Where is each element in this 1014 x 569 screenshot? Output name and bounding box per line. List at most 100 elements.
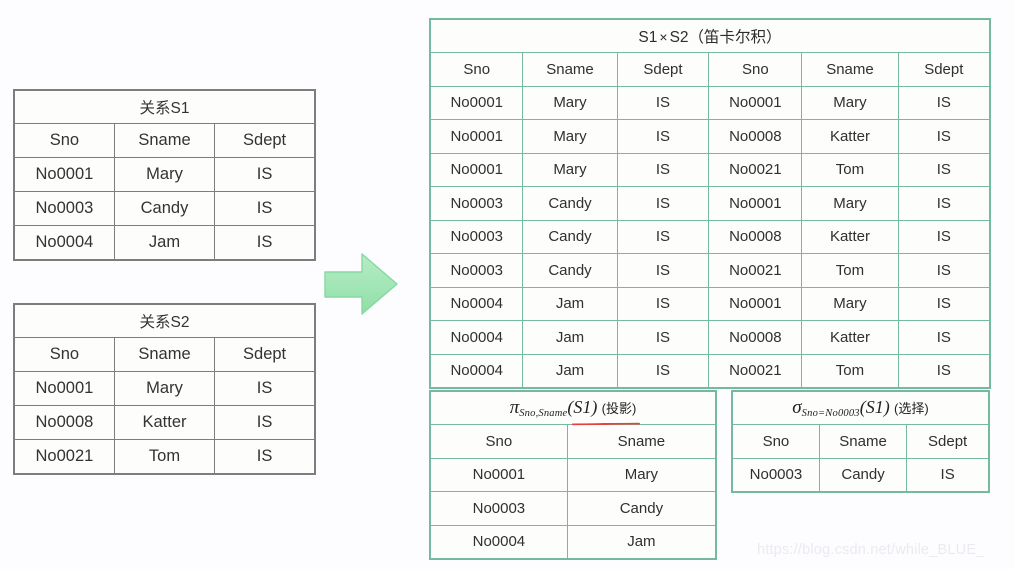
cell-sname-left: Jam (522, 320, 618, 355)
cell-sdept-right: IS (897, 253, 991, 288)
cell-sno-left: No0001 (429, 119, 524, 154)
relation-s2-body: 关系S2 Sno Sname Sdept No0001 Mary IS No00… (13, 303, 316, 475)
cell-sno-left: No0001 (429, 152, 524, 187)
selection-subscript: Sno=No0003 (801, 407, 860, 419)
table-row: No0003 Candy IS No0001 Mary IS (429, 186, 991, 221)
table-title-row: 关系S2 (13, 303, 316, 338)
cell-sname: Candy (113, 191, 216, 226)
column-header-sdept-right: Sdept (897, 52, 991, 87)
cell-sdept-left: IS (616, 119, 710, 154)
cell-sno: No0008 (13, 405, 115, 440)
table-row: No0001 Mary IS No0001 Mary IS (429, 85, 991, 120)
product-title-note: （笛卡尔积） (688, 29, 782, 46)
table-header-row: Sno Sname Sdept (13, 123, 316, 158)
relation-s1-table: 关系S1 Sno Sname Sdept No0001 Mary IS No00… (13, 89, 316, 261)
table-row: No0003 Candy (429, 491, 717, 526)
cell-sname-right: Tom (801, 353, 899, 389)
selection-argument: (S1) (859, 397, 890, 417)
cell-sname-right: Mary (801, 186, 899, 221)
relation-s2-title: 关系S2 (13, 303, 316, 338)
cell-sno-right: No0001 (708, 286, 803, 321)
cell-sdept: IS (214, 157, 316, 192)
cell-sname: Candy (818, 457, 908, 493)
column-header-sname: Sname (113, 123, 216, 158)
cell-sno-left: No0004 (429, 353, 524, 389)
cell-sno-left: No0003 (429, 253, 524, 288)
table-row: No0004 Jam IS No0001 Mary IS (429, 286, 991, 321)
column-header-sdept: Sdept (906, 424, 990, 459)
cell-sname: Katter (113, 405, 216, 440)
table-row: No0001 Mary IS No0008 Katter IS (429, 119, 991, 154)
relation-s2-table: 关系S2 Sno Sname Sdept No0001 Mary IS No00… (13, 303, 316, 475)
cell-sno-right: No0021 (708, 253, 803, 288)
table-row: No0003 Candy IS No0021 Tom IS (429, 253, 991, 288)
cell-sno: No0021 (13, 439, 115, 475)
cell-sdept-left: IS (616, 320, 710, 355)
cell-sdept-right: IS (897, 219, 991, 254)
table-row: No0001 Mary (429, 457, 717, 492)
column-header-sno: Sno (13, 123, 115, 158)
product-title-s2: S2 (669, 29, 689, 46)
cell-sname-left: Mary (522, 85, 618, 120)
projection-formula: πSno,Sname(S1) (投影) (510, 397, 637, 419)
cell-sname-right: Tom (801, 152, 899, 187)
cell-sname-left: Jam (522, 353, 618, 389)
cell-sname: Mary (113, 371, 216, 406)
table-row: No0003 Candy IS No0008 Katter IS (429, 219, 991, 254)
cell-sno-left: No0003 (429, 186, 524, 221)
column-header-sdept: Sdept (214, 123, 316, 158)
cell-sno: No0001 (13, 371, 115, 406)
cell-sdept-left: IS (616, 186, 710, 221)
cell-sdept: IS (214, 439, 316, 475)
cell-sdept-right: IS (897, 286, 991, 321)
cell-sdept-right: IS (897, 152, 991, 187)
cell-sdept-left: IS (616, 219, 710, 254)
cell-sno: No0001 (13, 157, 115, 192)
projection-subscript: Sno,Sname (519, 407, 568, 419)
column-header-sno-left: Sno (429, 52, 524, 87)
cell-sno-right: No0001 (708, 186, 803, 221)
cell-sname-left: Candy (522, 253, 618, 288)
cell-sname-left: Mary (522, 152, 618, 187)
cell-sno-right: No0008 (708, 219, 803, 254)
cell-sname: Candy (566, 491, 717, 526)
table-row: No0004 Jam IS (13, 225, 316, 261)
projection-argument: (S1) (567, 397, 598, 417)
table-row: No0004 Jam IS No0008 Katter IS (429, 320, 991, 355)
projection-title: πSno,Sname(S1) (投影) (429, 390, 717, 425)
cell-sname: Jam (566, 524, 717, 560)
table-row: No0001 Mary IS No0021 Tom IS (429, 152, 991, 187)
cell-sno-left: No0004 (429, 286, 524, 321)
column-header-sdept: Sdept (214, 337, 316, 372)
cell-sno: No0001 (429, 457, 568, 492)
selection-note: (选择) (894, 401, 929, 416)
cell-sno: No0004 (429, 524, 568, 560)
cell-sdept: IS (906, 457, 990, 493)
cell-sno: No0003 (731, 457, 820, 493)
cell-sname-left: Jam (522, 286, 618, 321)
watermark-text: https://blog.csdn.net/while_BLUE_ (757, 542, 985, 558)
table-title-row: σSno=No0003(S1) (选择) (731, 390, 990, 425)
sigma-operator-icon: σ (792, 397, 802, 418)
cell-sno: No0003 (13, 191, 115, 226)
column-header-sname: Sname (113, 337, 216, 372)
table-row: No0021 Tom IS (13, 439, 316, 475)
table-row: No0008 Katter IS (13, 405, 316, 440)
column-header-sno: Sno (13, 337, 115, 372)
cell-sname-left: Mary (522, 119, 618, 154)
table-header-row: Sno Sname Sdept Sno Sname Sdept (429, 52, 991, 87)
projection-note: (投影) (601, 401, 637, 416)
table-row: No0004 Jam (429, 524, 717, 560)
table-row: No0004 Jam IS No0021 Tom IS (429, 353, 991, 389)
cell-sdept: IS (214, 405, 316, 440)
cell-sdept-right: IS (897, 186, 991, 221)
cell-sno-right: No0008 (708, 119, 803, 154)
cell-sname-left: Candy (522, 186, 618, 221)
right-arrow-icon (322, 250, 400, 320)
cell-sname: Tom (113, 439, 216, 475)
cell-sdept: IS (214, 371, 316, 406)
table-row: No0003 Candy IS (731, 457, 990, 493)
cell-sdept-left: IS (616, 85, 710, 120)
cell-sno-right: No0001 (708, 85, 803, 120)
cell-sname: Jam (113, 225, 216, 261)
